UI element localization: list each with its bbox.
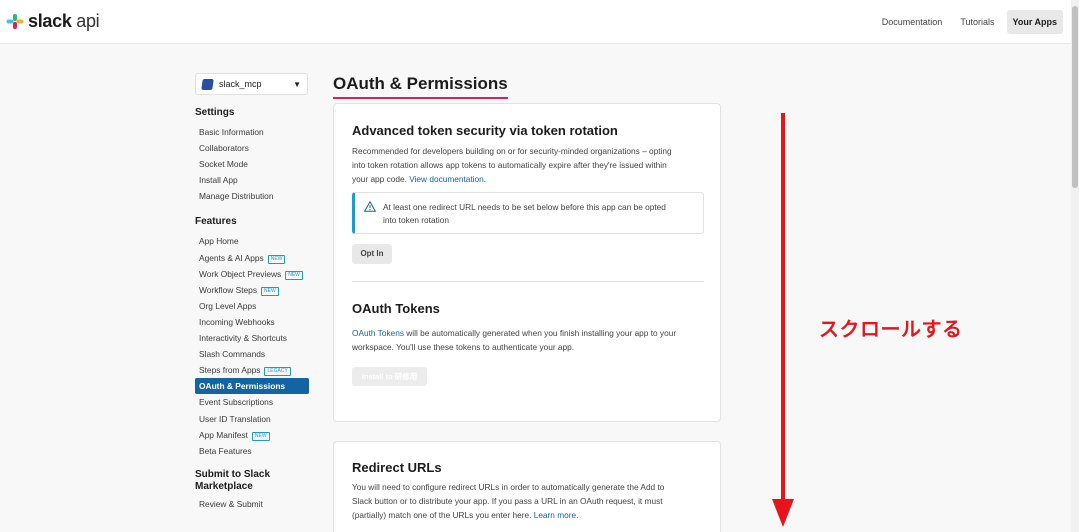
section-divider	[352, 281, 704, 282]
legacy-badge: LEGACY	[264, 367, 291, 377]
rotation-section: Advanced token security via token rotati…	[352, 123, 706, 186]
oauth-tokens-section: OAuth Tokens OAuth Tokens will be automa…	[352, 301, 706, 354]
sidebar-item-work-object-previews[interactable]: Work Object Previews NEW	[195, 266, 309, 282]
logo-bold: slack	[28, 11, 72, 31]
sidebar-item-collaborators[interactable]: Collaborators	[195, 140, 309, 156]
sidebar-item-app-manifest[interactable]: App Manifest NEW	[195, 427, 309, 443]
learn-more-link[interactable]: Learn more	[534, 510, 576, 520]
app-selector[interactable]: slack_mcp ▼	[195, 73, 308, 95]
marketplace-heading: Submit to Slack Marketplace	[195, 469, 309, 493]
sidebar-item-manage-distribution[interactable]: Manage Distribution	[195, 188, 309, 204]
sidebar: slack_mcp ▼ Settings Basic Information C…	[195, 73, 309, 512]
sidebar-item-label: Event Subscriptions	[199, 397, 274, 408]
sidebar-item-review-submit[interactable]: Review & Submit	[195, 496, 309, 512]
sidebar-item-label: Steps from Apps	[199, 365, 261, 376]
opt-in-button[interactable]: Opt In	[352, 244, 392, 264]
sidebar-item-agents-ai-apps[interactable]: Agents & AI Apps NEW	[195, 250, 309, 266]
scroll-arrow-head-icon	[772, 499, 794, 527]
oauth-tokens-heading: OAuth Tokens	[352, 301, 440, 316]
view-documentation-link[interactable]: View documentation	[409, 174, 484, 184]
rotation-description: Recommended for developers building on o…	[352, 144, 706, 186]
app-icon	[201, 78, 214, 90]
slack-logo-icon	[6, 13, 24, 29]
sidebar-item-label: App Manifest	[199, 429, 248, 440]
page-title: OAuth & Permissions	[333, 74, 508, 99]
redirect-desc-line-2: Slack button or to distribute your app. …	[352, 496, 663, 506]
alert-line-1: At least one redirect URL needs to be se…	[383, 202, 666, 212]
nav-tutorials[interactable]: Tutorials	[954, 10, 1000, 34]
nav-documentation[interactable]: Documentation	[876, 10, 949, 34]
alert-line-2: into token rotation	[383, 215, 449, 225]
sidebar-item-workflow-steps[interactable]: Workflow Steps NEW	[195, 282, 309, 298]
sidebar-item-steps-from-apps[interactable]: Steps from Apps LEGACY	[195, 362, 309, 378]
caret-down-icon: ▼	[293, 79, 301, 89]
redirect-desc-text: (partially) match one of the URLs you en…	[352, 510, 534, 520]
sidebar-item-basic-information[interactable]: Basic Information	[195, 124, 309, 140]
oauth-tokens-link[interactable]: OAuth Tokens	[352, 328, 404, 338]
new-badge: NEW	[285, 270, 303, 280]
tokens-desc-line-2: workspace. You'll use these tokens to au…	[352, 342, 575, 352]
redirect-desc-end: .	[576, 510, 579, 520]
warning-icon	[364, 201, 376, 212]
sidebar-item-oauth-permissions[interactable]: OAuth & Permissions	[195, 378, 309, 395]
sidebar-item-label: Beta Features	[199, 445, 252, 456]
sidebar-item-incoming-webhooks[interactable]: Incoming Webhooks	[195, 314, 309, 330]
rotation-heading: Advanced token security via token rotati…	[352, 123, 618, 138]
install-to-workspace-button[interactable]: Install to 研修用	[352, 367, 427, 386]
new-badge: NEW	[251, 431, 270, 441]
rotation-desc-text: your app code.	[352, 174, 410, 184]
settings-heading: Settings	[195, 107, 235, 118]
redirect-urls-card: Redirect URLs You will need to configure…	[333, 441, 721, 532]
redirect-required-alert: At least one redirect URL needs to be se…	[352, 192, 704, 234]
redirect-urls-heading: Redirect URLs	[352, 460, 442, 475]
redirect-desc-line-1: You will need to configure redirect URLs…	[352, 482, 665, 492]
sidebar-item-label: User ID Translation	[199, 413, 271, 424]
oauth-tokens-description: OAuth Tokens will be automatically gener…	[352, 326, 706, 354]
sidebar-item-label: OAuth & Permissions	[199, 381, 286, 392]
sidebar-item-label: Workflow Steps	[199, 284, 258, 295]
logo-light: api	[71, 11, 100, 31]
sidebar-item-org-level-apps[interactable]: Org Level Apps	[195, 298, 309, 314]
sidebar-item-label: Agents & AI Apps	[199, 252, 264, 263]
scroll-annotation-text: スクロールする	[819, 319, 963, 341]
alert-text: At least one redirect URL needs to be se…	[383, 201, 703, 227]
marketplace-heading-line-2: Marketplace	[195, 480, 253, 492]
new-badge: NEW	[267, 254, 286, 264]
tokens-desc-text: will be automatically generated when you…	[403, 328, 677, 338]
slack-api-logo[interactable]: slack api	[6, 11, 100, 31]
sidebar-item-label: Org Level Apps	[199, 300, 257, 311]
sidebar-item-beta-features[interactable]: Beta Features	[195, 443, 309, 459]
sidebar-item-install-app[interactable]: Install App	[195, 172, 309, 188]
rotation-desc-line-2: into token rotation allows app tokens to…	[352, 160, 667, 170]
sidebar-item-event-subscriptions[interactable]: Event Subscriptions	[195, 394, 309, 410]
rotation-desc-line-1: Recommended for developers building on o…	[352, 146, 672, 156]
top-nav: Documentation Tutorials Your Apps	[876, 10, 1063, 34]
sidebar-item-slash-commands[interactable]: Slash Commands	[195, 346, 309, 362]
sidebar-item-label: App Home	[199, 236, 239, 247]
sidebar-item-label: Interactivity & Shortcuts	[199, 333, 287, 344]
page-scrollbar[interactable]	[1071, 0, 1079, 532]
sidebar-item-app-home[interactable]: App Home	[195, 233, 309, 249]
sidebar-item-label: Work Object Previews	[199, 268, 282, 279]
sidebar-item-label: Incoming Webhooks	[199, 316, 275, 327]
scrollbar-thumb[interactable]	[1072, 6, 1078, 188]
redirect-desc-line-3: (partially) match one of the URLs you en…	[352, 508, 706, 522]
rotation-desc-line-3: your app code. View documentation.	[352, 172, 706, 186]
app-name: slack_mcp	[219, 79, 262, 89]
sidebar-item-user-id-translation[interactable]: User ID Translation	[195, 411, 309, 427]
sidebar-item-socket-mode[interactable]: Socket Mode	[195, 156, 309, 172]
marketplace-heading-line-1: Submit to Slack	[195, 468, 271, 480]
nav-your-apps[interactable]: Your Apps	[1006, 10, 1063, 34]
token-card: Advanced token security via token rotati…	[333, 103, 721, 422]
rotation-desc-end: .	[483, 174, 487, 184]
redirect-urls-description: You will need to configure redirect URLs…	[352, 480, 706, 522]
new-badge: NEW	[261, 286, 279, 296]
tokens-desc-line-1: OAuth Tokens will be automatically gener…	[352, 326, 706, 340]
top-bar: slack api Documentation Tutorials Your A…	[0, 0, 1079, 44]
scroll-arrow-line	[781, 113, 785, 507]
features-heading: Features	[195, 216, 237, 228]
sidebar-item-interactivity-shortcuts[interactable]: Interactivity & Shortcuts	[195, 330, 309, 346]
sidebar-item-label: Slash Commands	[199, 349, 266, 360]
redirect-urls-section: Redirect URLs You will need to configure…	[352, 460, 706, 522]
